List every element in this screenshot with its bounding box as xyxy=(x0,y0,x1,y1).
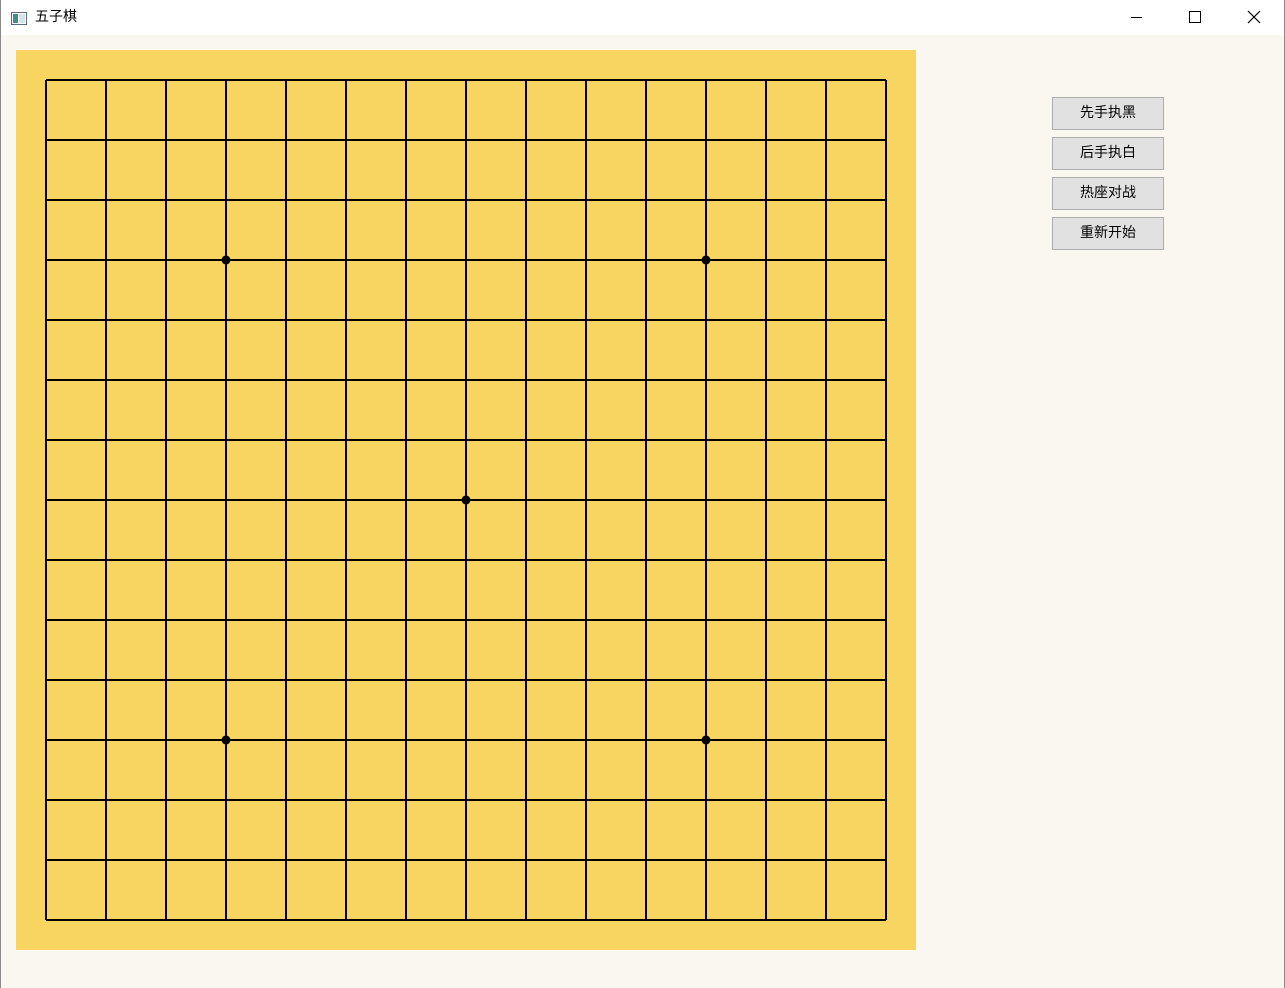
restart-button[interactable]: 重新开始 xyxy=(1052,217,1164,250)
app-window: 五子棋 先手执黑 后手执白 热座对战 重新开始 xyxy=(0,0,1285,988)
maximize-icon xyxy=(1189,11,1201,23)
board-grid[interactable] xyxy=(16,50,916,950)
star-point xyxy=(221,735,231,745)
title-bar[interactable]: 五子棋 xyxy=(1,0,1284,35)
play-first-black-button[interactable]: 先手执黑 xyxy=(1052,97,1164,130)
star-point xyxy=(221,255,231,265)
star-point xyxy=(701,735,711,745)
close-icon xyxy=(1247,10,1261,24)
app-window-icon xyxy=(11,10,27,25)
minimize-icon xyxy=(1131,17,1142,18)
gomoku-board[interactable] xyxy=(16,50,916,950)
star-point xyxy=(701,255,711,265)
hotseat-battle-button[interactable]: 热座对战 xyxy=(1052,177,1164,210)
star-point xyxy=(461,495,471,505)
close-button[interactable] xyxy=(1225,0,1283,35)
minimize-button[interactable] xyxy=(1108,0,1166,35)
client-area: 先手执黑 后手执白 热座对战 重新开始 xyxy=(1,35,1284,988)
play-second-white-button[interactable]: 后手执白 xyxy=(1052,137,1164,170)
window-title: 五子棋 xyxy=(35,9,77,25)
maximize-button[interactable] xyxy=(1166,0,1224,35)
